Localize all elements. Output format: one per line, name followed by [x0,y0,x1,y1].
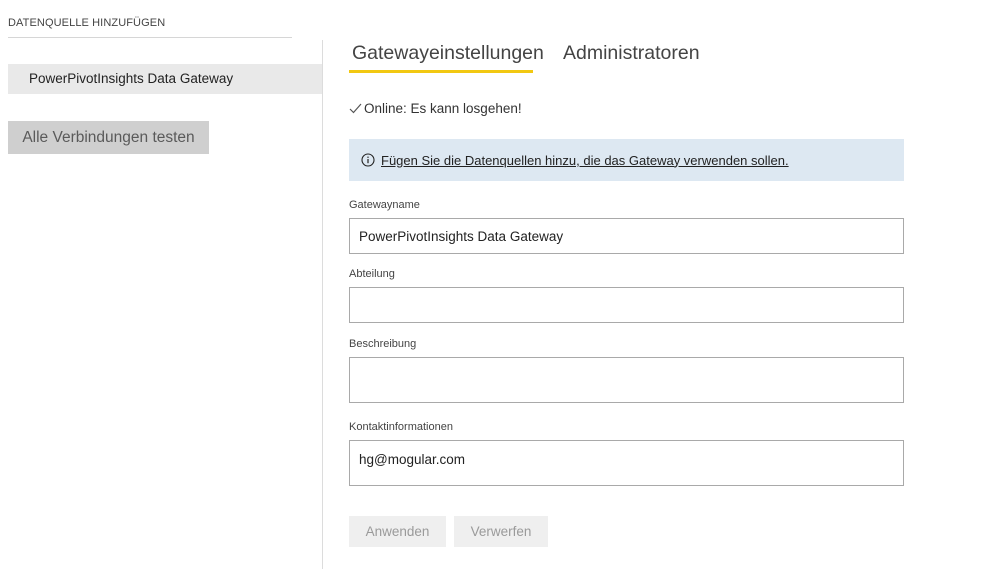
column-divider [322,40,323,569]
gateway-name-label: Gatewayname [349,199,420,211]
description-input[interactable] [349,357,904,403]
contact-info-input[interactable]: hg@mogular.com [349,440,904,486]
test-all-connections-button[interactable]: Alle Verbindungen testen [8,121,209,154]
gateway-name-input[interactable] [349,218,904,254]
add-data-source-link[interactable]: DATENQUELLE HINZUFÜGEN [8,17,165,29]
add-data-sources-link[interactable]: Fügen Sie die Datenquellen hinzu, die da… [381,153,789,168]
info-banner: Fügen Sie die Datenquellen hinzu, die da… [349,139,904,181]
gateway-settings-page: DATENQUELLE HINZUFÜGEN PowerPivotInsight… [0,0,1000,569]
department-label: Abteilung [349,268,395,280]
description-label: Beschreibung [349,338,417,350]
checkmark-icon [349,103,362,114]
tab-gateway-settings[interactable]: Gatewayeinstellungen [352,42,544,65]
active-tab-indicator [349,70,533,73]
tab-administrators[interactable]: Administratoren [563,42,700,65]
sidebar-item-gateway[interactable]: PowerPivotInsights Data Gateway [8,64,322,94]
sidebar-divider [8,37,292,38]
apply-button[interactable]: Anwenden [349,516,446,547]
contact-info-label: Kontaktinformationen [349,421,453,433]
status-text: Online: Es kann losgehen! [364,101,522,116]
gateway-status: Online: Es kann losgehen! [349,101,522,116]
info-icon [361,153,375,167]
department-input[interactable] [349,287,904,323]
discard-button[interactable]: Verwerfen [454,516,548,547]
